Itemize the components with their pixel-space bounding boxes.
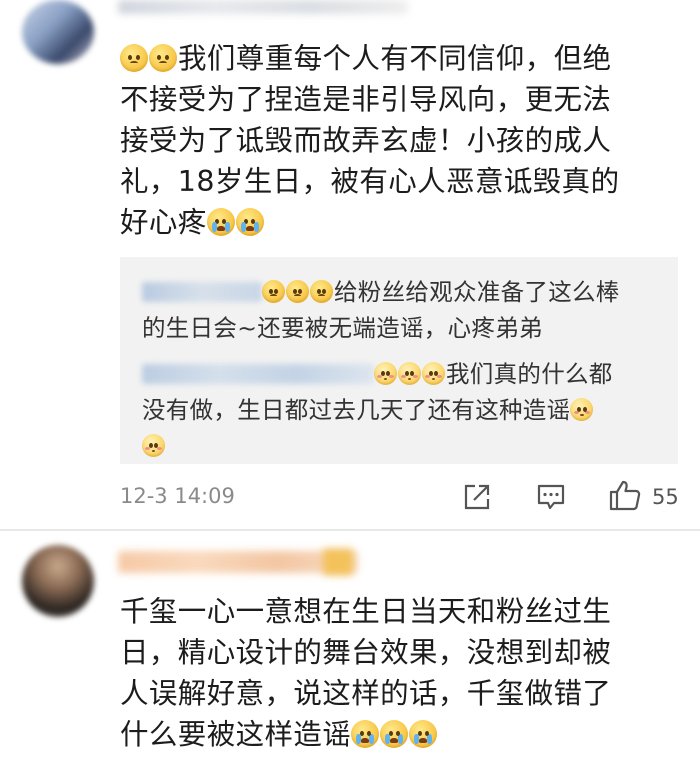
comment-text-line: 日，精心设计的舞台效果，没想到却被 (120, 636, 612, 669)
reply-text: 没有做，生日都过去几天了还有这种造谣 (142, 396, 571, 424)
comment-text: 我们尊重每个人有不同信仰，但绝 不接受为了捏造是非引导风向，更无法 接受为了诋毁… (120, 38, 690, 243)
sad-emoji-icon (262, 280, 285, 303)
timestamp: 12-3 14:09 (120, 484, 235, 508)
crying-emoji-icon (409, 720, 438, 748)
sad-emoji-icon (286, 280, 309, 303)
shy-emoji-icon (142, 434, 165, 457)
shy-emoji-icon (570, 398, 594, 421)
comment-footer: 12-3 14:09 55 (0, 480, 700, 516)
comment-text: 千玺一心一意想在生日当天和粉丝过生 日，精心设计的舞台效果，没想到却被 人误解好… (120, 591, 690, 755)
comment-text-line: 千玺一心一意想在生日当天和粉丝过生 (120, 595, 612, 628)
replies-box[interactable]: 给粉丝给观众准备了这么棒 的生日会~还要被无端造谣，心疼弟弟 我们真的什么都 没… (120, 257, 678, 464)
like-icon[interactable] (608, 478, 642, 516)
reply-text: 给粉丝给观众准备了这么棒 (334, 278, 620, 306)
sad-emoji-icon (310, 280, 333, 303)
comment-item: 我们尊重每个人有不同信仰，但绝 不接受为了捏造是非引导风向，更无法 接受为了诋毁… (0, 0, 700, 530)
shy-emoji-icon (374, 362, 397, 385)
crying-emoji-icon (235, 208, 264, 236)
username[interactable] (118, 551, 358, 573)
shy-emoji-icon (422, 362, 445, 385)
crying-emoji-icon (380, 720, 409, 748)
comment-text-line: 好心疼 (120, 206, 207, 239)
share-icon[interactable] (462, 482, 492, 516)
reply-username[interactable] (142, 282, 262, 302)
comment-icon[interactable] (536, 482, 566, 516)
comment-text-line: 人误解好意，说这样的话，千玺做错了 (120, 677, 612, 710)
sad-emoji-icon (120, 44, 148, 72)
reply-item: 给粉丝给观众准备了这么棒 的生日会~还要被无端造谣，心疼弟弟 (142, 274, 672, 346)
reply-text: 的生日会~还要被无端造谣，心疼弟弟 (142, 314, 543, 342)
comment-text-line: 礼，18岁生日，被有心人恶意诋毁真的 (120, 165, 620, 198)
comment-text-line: 我们尊重每个人有不同信仰，但绝 (178, 42, 612, 75)
avatar[interactable] (22, 0, 94, 64)
user-badge (323, 549, 353, 575)
username[interactable] (118, 0, 408, 14)
comment-text-line: 什么要被这样造谣 (120, 718, 352, 751)
reply-item: 我们真的什么都 没有做，生日都过去几天了还有这种造谣 (142, 356, 672, 464)
like-count: 55 (652, 485, 679, 509)
shy-emoji-icon (398, 362, 421, 385)
crying-emoji-icon (206, 208, 235, 236)
crying-emoji-icon (351, 720, 380, 748)
comment-text-line: 不接受为了捏造是非引导风向，更无法 (120, 83, 612, 116)
comment-item: 千玺一心一意想在生日当天和粉丝过生 日，精心设计的舞台效果，没想到却被 人误解好… (0, 531, 700, 766)
sad-emoji-icon (149, 44, 177, 72)
comment-text-line: 接受为了诋毁而故弄玄虚！小孩的成人 (120, 124, 612, 157)
reply-username[interactable] (142, 364, 374, 384)
avatar[interactable] (22, 545, 94, 617)
reply-text: 我们真的什么都 (446, 360, 613, 388)
